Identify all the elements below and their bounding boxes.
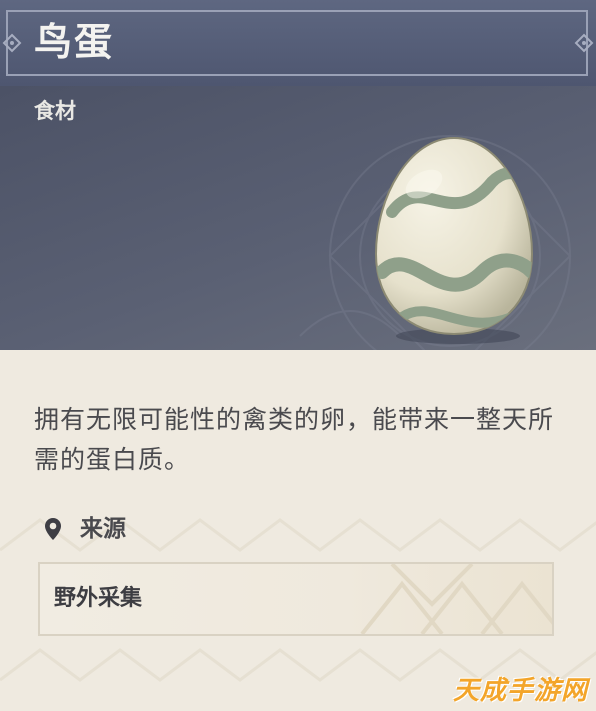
item-header: 食材 xyxy=(0,86,596,350)
source-value: 野外采集 xyxy=(54,586,143,611)
site-watermark: 天成手游网 xyxy=(452,676,588,706)
source-entry[interactable]: 野外采集 xyxy=(38,562,554,636)
item-name: 鸟蛋 xyxy=(34,20,115,64)
item-body: 拥有无限可能性的禽类的卵，能带来一整天所需的蛋白质。 来源 野外采集 天成手游网 xyxy=(0,350,596,711)
title-bar: 鸟蛋 xyxy=(0,0,596,86)
item-detail-card: 鸟蛋 食材 拥有无限可能性的禽类的卵，能带来一整天所需的蛋白质。 来源 野外采集… xyxy=(0,0,596,711)
item-description: 拥有无限可能性的禽类的卵，能带来一整天所需的蛋白质。 xyxy=(34,405,555,474)
location-pin-icon xyxy=(45,518,61,540)
source-label: 来源 xyxy=(80,516,126,542)
bird-egg-image xyxy=(374,136,534,344)
source-entry-pattern xyxy=(360,564,552,634)
item-category: 食材 xyxy=(34,99,76,123)
diamond-ornament-icon xyxy=(2,33,22,53)
diamond-ornament-icon xyxy=(574,33,594,53)
